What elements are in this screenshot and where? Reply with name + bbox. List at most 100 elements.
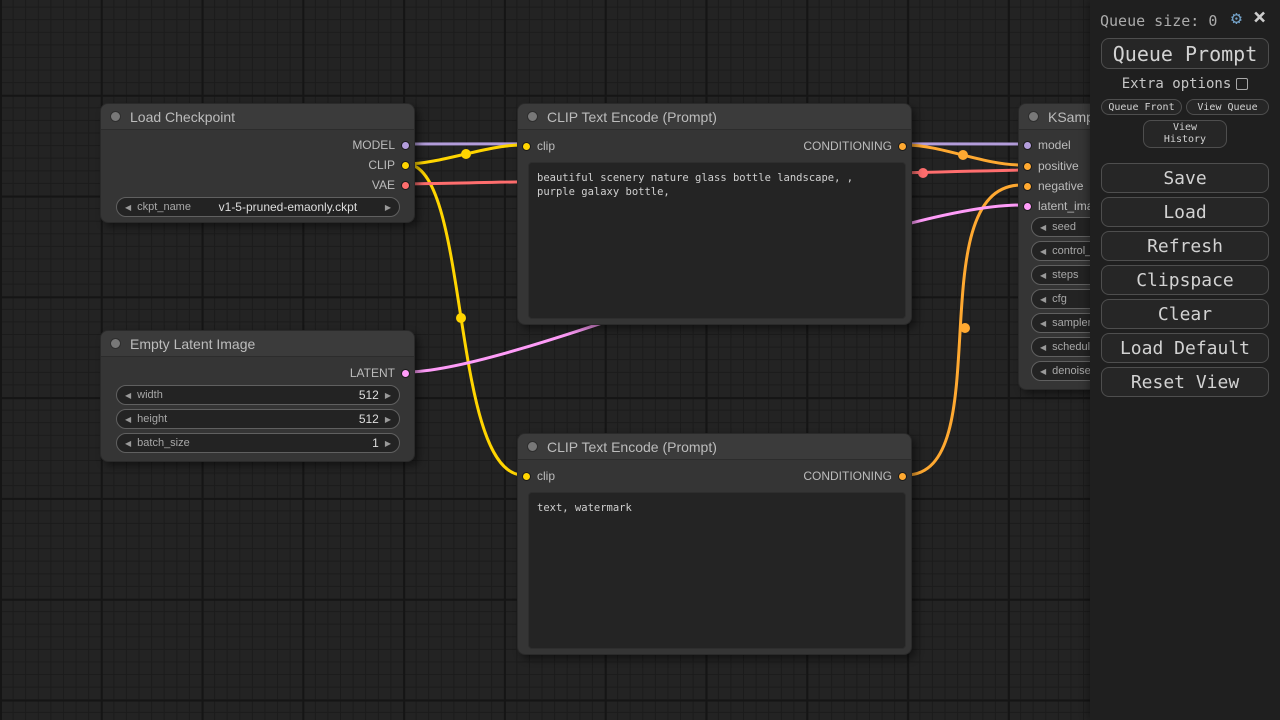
queue-size-status: Queue size: 0 — [1100, 12, 1217, 30]
view-queue-button[interactable]: View Queue — [1186, 99, 1269, 115]
queue-prompt-button[interactable]: Queue Prompt — [1101, 38, 1269, 69]
node-title-bar[interactable]: CLIP Text Encode (Prompt) — [518, 104, 911, 130]
output-slot-latent[interactable]: LATENT — [350, 363, 410, 383]
slot-dot-vae[interactable] — [401, 181, 410, 190]
widget-height[interactable]: ◀ height 512 ▶ — [116, 409, 400, 429]
widget-batch-size[interactable]: ◀ batch_size 1 ▶ — [116, 433, 400, 453]
slot-dot-clip[interactable] — [401, 161, 410, 170]
slot-dot-conditioning[interactable] — [898, 472, 907, 481]
slot-dot-latent[interactable] — [1023, 202, 1032, 211]
widget-label: height — [137, 413, 167, 425]
view-history-button[interactable]: View History — [1143, 120, 1227, 148]
node-empty-latent-image[interactable]: Empty Latent Image LATENT ◀ width 512 ▶ … — [100, 330, 415, 462]
output-slot-vae[interactable]: VAE — [372, 175, 410, 195]
slot-label: negative — [1038, 179, 1083, 193]
input-slot-clip[interactable]: clip — [522, 466, 555, 486]
link-midpoint-dot — [461, 149, 471, 159]
extra-options-label: Extra options — [1122, 76, 1232, 92]
arrow-left-icon[interactable]: ◀ — [125, 203, 131, 212]
output-slot-clip[interactable]: CLIP — [368, 155, 410, 175]
arrow-left-icon[interactable]: ◀ — [125, 415, 131, 424]
slot-dot-model[interactable] — [1023, 141, 1032, 150]
widget-value: v1-5-pruned-emaonly.ckpt — [191, 200, 385, 214]
arrow-left-icon[interactable]: ◀ — [1040, 343, 1046, 352]
node-title-bar[interactable]: CLIP Text Encode (Prompt) — [518, 434, 911, 460]
slot-label: LATENT — [350, 366, 395, 380]
slot-label: CONDITIONING — [803, 469, 892, 483]
arrow-left-icon[interactable]: ◀ — [1040, 295, 1046, 304]
node-clip-text-encode-negative[interactable]: CLIP Text Encode (Prompt) clip CONDITION… — [517, 433, 912, 655]
slot-dot-conditioning[interactable] — [898, 142, 907, 151]
widget-label: batch_size — [137, 437, 190, 449]
prompt-textarea[interactable]: beautiful scenery nature glass bottle la… — [528, 162, 906, 319]
slot-dot-clip[interactable] — [522, 472, 531, 481]
widget-ckpt-name[interactable]: ◀ ckpt_name v1-5-pruned-emaonly.ckpt ▶ — [116, 197, 400, 217]
reset-view-button[interactable]: Reset View — [1101, 367, 1269, 397]
node-title-bar[interactable]: Load Checkpoint — [101, 104, 414, 130]
collapse-dot[interactable] — [110, 111, 121, 122]
widget-label: steps — [1052, 269, 1078, 281]
clear-button[interactable]: Clear — [1101, 299, 1269, 329]
clipspace-button[interactable]: Clipspace — [1101, 265, 1269, 295]
widget-label: ckpt_name — [137, 201, 191, 213]
slot-label: MODEL — [352, 138, 395, 152]
input-slot-positive[interactable]: positive — [1023, 156, 1079, 176]
arrow-left-icon[interactable]: ◀ — [1040, 271, 1046, 280]
slot-dot-model[interactable] — [401, 141, 410, 150]
slot-label: CONDITIONING — [803, 139, 892, 153]
arrow-left-icon[interactable]: ◀ — [1040, 247, 1046, 256]
arrow-left-icon[interactable]: ◀ — [1040, 367, 1046, 376]
queue-front-button[interactable]: Queue Front — [1101, 99, 1182, 115]
refresh-button[interactable]: Refresh — [1101, 231, 1269, 261]
settings-gear-icon[interactable]: ⚙ — [1231, 9, 1242, 29]
node-title: Load Checkpoint — [130, 109, 235, 125]
widget-value: 512 — [359, 412, 379, 426]
slot-dot-conditioning[interactable] — [1023, 162, 1032, 171]
collapse-dot[interactable] — [1028, 111, 1039, 122]
node-load-checkpoint[interactable]: Load Checkpoint MODEL CLIP VAE ◀ ckpt_na… — [100, 103, 415, 223]
arrow-right-icon[interactable]: ▶ — [385, 415, 391, 424]
widget-width[interactable]: ◀ width 512 ▶ — [116, 385, 400, 405]
arrow-left-icon[interactable]: ◀ — [125, 439, 131, 448]
node-clip-text-encode-positive[interactable]: CLIP Text Encode (Prompt) clip CONDITION… — [517, 103, 912, 325]
arrow-right-icon[interactable]: ▶ — [385, 203, 391, 212]
input-slot-negative[interactable]: negative — [1023, 176, 1083, 196]
slot-dot-latent[interactable] — [401, 369, 410, 378]
extra-options-row: Extra options — [1090, 76, 1280, 92]
arrow-left-icon[interactable]: ◀ — [1040, 223, 1046, 232]
slot-dot-conditioning[interactable] — [1023, 182, 1032, 191]
comfy-menu-panel: Queue size: 0 ⚙ × Queue Prompt Extra opt… — [1090, 0, 1280, 720]
save-button[interactable]: Save — [1101, 163, 1269, 193]
arrow-left-icon[interactable]: ◀ — [125, 391, 131, 400]
queue-size-label: Queue size: — [1100, 12, 1199, 30]
link-midpoint-dot — [918, 168, 928, 178]
load-default-button[interactable]: Load Default — [1101, 333, 1269, 363]
slot-label: clip — [537, 469, 555, 483]
load-button[interactable]: Load — [1101, 197, 1269, 227]
slot-label: model — [1038, 138, 1071, 152]
collapse-dot[interactable] — [527, 111, 538, 122]
extra-options-checkbox[interactable] — [1236, 78, 1248, 90]
prompt-textarea[interactable]: text, watermark — [528, 492, 906, 649]
widget-label: width — [137, 389, 163, 401]
widget-label: cfg — [1052, 293, 1067, 305]
queue-size-value: 0 — [1208, 12, 1217, 30]
node-title: CLIP Text Encode (Prompt) — [547, 439, 717, 455]
node-title: CLIP Text Encode (Prompt) — [547, 109, 717, 125]
collapse-dot[interactable] — [110, 338, 121, 349]
collapse-dot[interactable] — [527, 441, 538, 452]
input-slot-clip[interactable]: clip — [522, 136, 555, 156]
close-icon[interactable]: × — [1253, 6, 1266, 30]
node-title-bar[interactable]: Empty Latent Image — [101, 331, 414, 357]
output-slot-conditioning[interactable]: CONDITIONING — [803, 136, 907, 156]
output-slot-conditioning[interactable]: CONDITIONING — [803, 466, 907, 486]
output-slot-model[interactable]: MODEL — [352, 135, 410, 155]
arrow-right-icon[interactable]: ▶ — [385, 391, 391, 400]
link-midpoint-dot — [958, 150, 968, 160]
input-slot-model[interactable]: model — [1023, 135, 1071, 155]
node-editor-canvas[interactable]: { "colors": { "model": "#B39DDB", "clip"… — [0, 0, 1280, 720]
arrow-left-icon[interactable]: ◀ — [1040, 319, 1046, 328]
arrow-right-icon[interactable]: ▶ — [385, 439, 391, 448]
slot-dot-clip[interactable] — [522, 142, 531, 151]
slot-label: VAE — [372, 178, 395, 192]
